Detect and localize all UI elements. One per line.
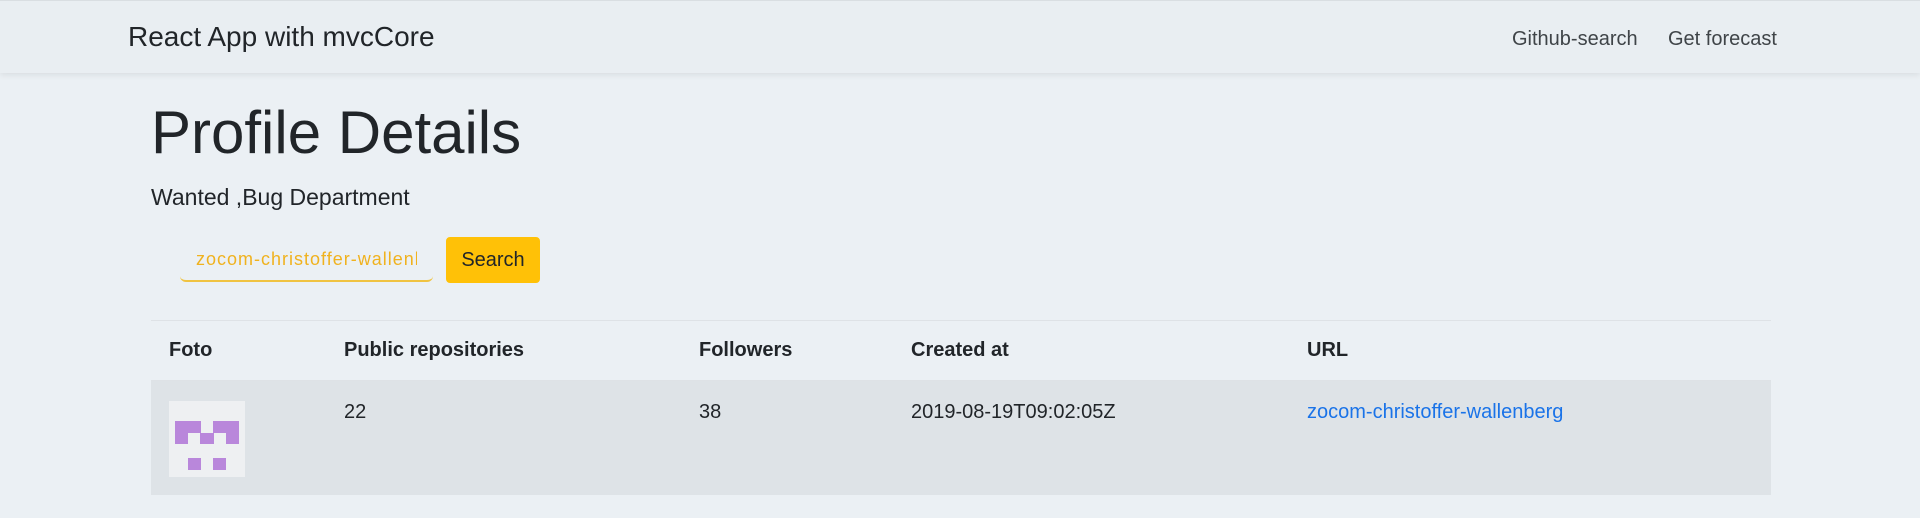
table-row: 22 38 2019-08-19T09:02:05Z zocom-christo… bbox=[151, 380, 1771, 495]
column-header-foto: Foto bbox=[151, 320, 326, 381]
search-input[interactable] bbox=[180, 238, 433, 282]
cell-url: zocom-christoffer-wallenberg bbox=[1289, 381, 1771, 495]
cell-created-at: 2019-08-19T09:02:05Z bbox=[911, 401, 1116, 423]
cell-followers: 38 bbox=[699, 401, 722, 423]
nav-link-github-search[interactable]: Github-search bbox=[1512, 28, 1638, 51]
column-header-created-at: Created at bbox=[893, 320, 1289, 381]
nav-link-get-forecast[interactable]: Get forecast bbox=[1668, 28, 1777, 51]
profile-table: Foto Public repositories Followers Creat… bbox=[151, 320, 1771, 495]
column-header-public-repositories: Public repositories bbox=[326, 320, 681, 381]
table-header-row: Foto Public repositories Followers Creat… bbox=[151, 320, 1771, 381]
search-button[interactable]: Search bbox=[446, 237, 540, 283]
column-header-url: URL bbox=[1289, 320, 1771, 381]
cell-public-repositories: 22 bbox=[344, 401, 367, 423]
column-header-followers: Followers bbox=[681, 320, 893, 381]
profile-url-link[interactable]: zocom-christoffer-wallenberg bbox=[1307, 401, 1563, 423]
page-subtitle: Wanted ,Bug Department bbox=[151, 184, 410, 210]
navbar: React App with mvcCore Github-search Get… bbox=[0, 0, 1920, 73]
page-title: Profile Details bbox=[151, 99, 522, 166]
avatar bbox=[169, 401, 245, 477]
navbar-brand[interactable]: React App with mvcCore bbox=[128, 21, 435, 53]
cell-foto bbox=[151, 381, 326, 495]
